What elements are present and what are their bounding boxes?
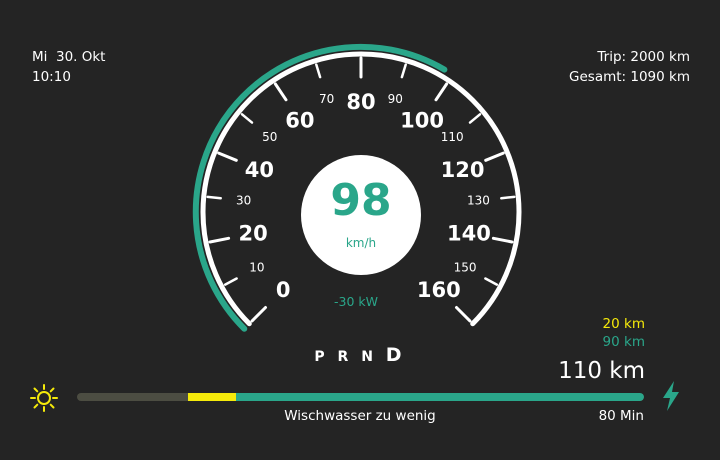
battery-range-bar [77,393,644,401]
range-total-label: 110 km [558,358,645,384]
gauge-label-20: 20 [238,222,267,246]
gauge-label-10: 10 [249,261,264,275]
gauge-label-130: 130 [467,193,490,207]
speedometer-gauge: 0 20 40 60 80 100 120 140 160 10 30 50 70 90 110 130 150… [192,43,522,332]
gauge-tick-120 [484,151,505,162]
range-yellow-label: 20 km [602,316,645,332]
gauge-label-120: 120 [441,158,485,182]
battery-bar-yellow-segment [188,393,236,401]
gauge-tick-70 [315,63,322,79]
gear-selector: P R N D [300,344,420,366]
gauge-label-70: 70 [319,92,334,106]
gauge-tick-20 [208,236,231,244]
gauge-tick-30 [206,195,222,200]
gauge-tick-150 [484,277,499,286]
gauge-tick-110 [468,113,482,124]
gauge-label-50: 50 [262,130,277,144]
gauge-tick-90 [400,63,407,79]
gauge-tick-40 [217,151,238,162]
gauge-tick-50 [240,113,254,124]
gauge-tick-140 [491,236,514,244]
speed-unit: km/h [346,236,376,250]
gear-p: P [314,349,329,365]
time-remaining: 80 Min [598,408,644,424]
speed-value: 98 [330,175,391,226]
gauge-label-0: 0 [276,278,291,302]
gauge-label-80: 80 [346,90,375,114]
gear-r: R [337,349,353,365]
gauge-label-60: 60 [285,109,314,133]
gauge-label-90: 90 [388,92,403,106]
gauge-tick-130 [500,195,516,200]
battery-bar-green-segment [236,393,644,401]
gauge-tick-160 [455,306,472,323]
gauge-tick-100 [434,82,449,102]
gauge-label-140: 140 [447,222,491,246]
gauge-label-30: 30 [236,193,251,207]
gauge-tick-10 [223,277,238,286]
gauge-tick-60 [273,82,288,102]
gauge-label-110: 110 [441,130,464,144]
power-readout: -30 kW [334,294,378,309]
gauge-label-100: 100 [400,109,444,133]
warning-message: Wischwasser zu wenig [284,408,436,424]
gauge-tick-0 [250,306,267,323]
gauge-label-150: 150 [454,261,477,275]
gear-n: N [361,349,377,365]
gauge-label-40: 40 [245,158,274,182]
gear-d: D [385,344,406,366]
gauge-label-160: 160 [417,278,461,302]
range-green-label: 90 km [602,334,645,350]
lightning-icon [663,381,679,411]
sun-icon [30,384,58,412]
